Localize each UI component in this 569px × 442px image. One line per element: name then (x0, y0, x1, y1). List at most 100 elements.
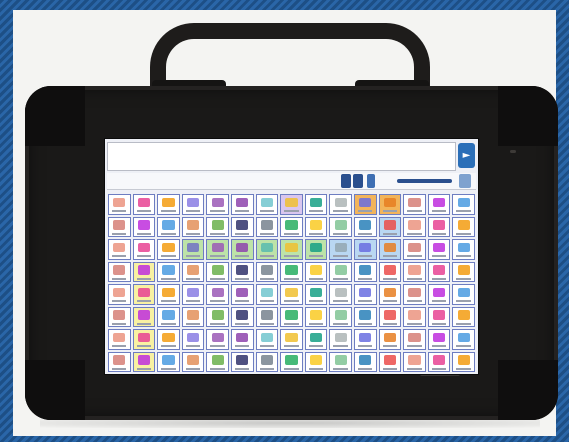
symbol-cell[interactable] (403, 351, 426, 372)
symbol-cell[interactable] (452, 261, 475, 282)
symbol-cell[interactable] (181, 329, 205, 350)
symbol-cell[interactable] (206, 216, 229, 237)
symbol-cell[interactable] (206, 194, 229, 215)
toolbar-settings-icon[interactable] (459, 174, 471, 188)
symbol-cell[interactable] (181, 306, 205, 327)
symbol-cell[interactable] (304, 329, 328, 350)
symbol-cell[interactable] (132, 351, 156, 372)
symbol-cell[interactable] (206, 351, 229, 372)
symbol-cell[interactable] (427, 239, 451, 260)
symbol-cell[interactable] (378, 306, 402, 327)
symbol-cell[interactable] (157, 306, 180, 327)
symbol-cell[interactable] (452, 329, 475, 350)
symbol-cell[interactable] (157, 329, 180, 350)
symbol-cell[interactable] (132, 284, 156, 305)
symbol-cell[interactable] (354, 261, 377, 282)
symbol-cell[interactable] (378, 239, 402, 260)
symbol-cell[interactable] (157, 239, 180, 260)
symbol-cell[interactable] (231, 216, 254, 237)
symbol-cell[interactable] (280, 194, 303, 215)
symbol-cell[interactable] (157, 216, 180, 237)
symbol-cell[interactable] (132, 239, 156, 260)
symbol-cell[interactable] (329, 351, 352, 372)
symbol-cell[interactable] (452, 306, 475, 327)
symbol-cell[interactable] (378, 351, 402, 372)
symbol-cell[interactable] (206, 261, 229, 282)
symbol-cell[interactable] (427, 261, 451, 282)
symbol-cell[interactable] (206, 306, 229, 327)
symbol-cell[interactable] (231, 194, 254, 215)
symbol-cell[interactable] (378, 284, 402, 305)
symbol-cell[interactable] (427, 194, 451, 215)
symbol-cell[interactable] (108, 351, 131, 372)
symbol-cell[interactable] (108, 306, 131, 327)
message-window[interactable] (107, 142, 456, 171)
symbol-cell[interactable] (378, 216, 402, 237)
symbol-cell[interactable] (255, 351, 279, 372)
symbol-cell[interactable] (329, 261, 352, 282)
symbol-cell[interactable] (378, 329, 402, 350)
symbol-cell[interactable] (181, 216, 205, 237)
symbol-cell[interactable] (427, 284, 451, 305)
symbol-cell[interactable] (181, 239, 205, 260)
symbol-cell[interactable] (108, 261, 131, 282)
symbol-cell[interactable] (108, 216, 131, 237)
symbol-cell[interactable] (378, 194, 402, 215)
symbol-cell[interactable] (255, 284, 279, 305)
symbol-cell[interactable] (132, 216, 156, 237)
symbol-cell[interactable] (255, 239, 279, 260)
symbol-cell[interactable] (452, 216, 475, 237)
symbol-cell[interactable] (255, 216, 279, 237)
symbol-cell[interactable] (329, 284, 352, 305)
symbol-cell[interactable] (354, 216, 377, 237)
symbol-cell[interactable] (206, 239, 229, 260)
symbol-cell[interactable] (280, 261, 303, 282)
symbol-cell[interactable] (329, 216, 352, 237)
symbol-cell[interactable] (206, 329, 229, 350)
symbol-cell[interactable] (329, 306, 352, 327)
symbol-cell[interactable] (280, 284, 303, 305)
symbol-cell[interactable] (108, 194, 131, 215)
symbol-cell[interactable] (354, 306, 377, 327)
speak-button[interactable]: ► (458, 143, 475, 168)
symbol-cell[interactable] (280, 329, 303, 350)
symbol-cell[interactable] (403, 329, 426, 350)
symbol-cell[interactable] (403, 306, 426, 327)
symbol-cell[interactable] (231, 351, 254, 372)
symbol-cell[interactable] (157, 351, 180, 372)
symbol-cell[interactable] (304, 351, 328, 372)
symbol-cell[interactable] (304, 216, 328, 237)
symbol-cell[interactable] (378, 261, 402, 282)
symbol-cell[interactable] (329, 194, 352, 215)
symbol-cell[interactable] (206, 284, 229, 305)
symbol-cell[interactable] (280, 216, 303, 237)
symbol-cell[interactable] (403, 284, 426, 305)
symbol-cell[interactable] (157, 284, 180, 305)
symbol-cell[interactable] (354, 239, 377, 260)
symbol-cell[interactable] (108, 239, 131, 260)
symbol-cell[interactable] (181, 194, 205, 215)
symbol-cell[interactable] (427, 306, 451, 327)
symbol-cell[interactable] (304, 306, 328, 327)
symbol-cell[interactable] (329, 329, 352, 350)
symbol-cell[interactable] (157, 261, 180, 282)
symbol-cell[interactable] (403, 194, 426, 215)
symbol-cell[interactable] (108, 329, 131, 350)
symbol-cell[interactable] (354, 351, 377, 372)
symbol-cell[interactable] (231, 329, 254, 350)
symbol-cell[interactable] (304, 239, 328, 260)
symbol-cell[interactable] (452, 194, 475, 215)
symbol-cell[interactable] (132, 306, 156, 327)
symbol-cell[interactable] (280, 239, 303, 260)
symbol-cell[interactable] (280, 306, 303, 327)
symbol-cell[interactable] (255, 194, 279, 215)
symbol-cell[interactable] (304, 261, 328, 282)
symbol-cell[interactable] (181, 351, 205, 372)
symbol-cell[interactable] (132, 194, 156, 215)
symbol-cell[interactable] (354, 194, 377, 215)
symbol-cell[interactable] (427, 329, 451, 350)
symbol-cell[interactable] (452, 239, 475, 260)
symbol-cell[interactable] (403, 261, 426, 282)
symbol-cell[interactable] (403, 239, 426, 260)
symbol-cell[interactable] (231, 306, 254, 327)
